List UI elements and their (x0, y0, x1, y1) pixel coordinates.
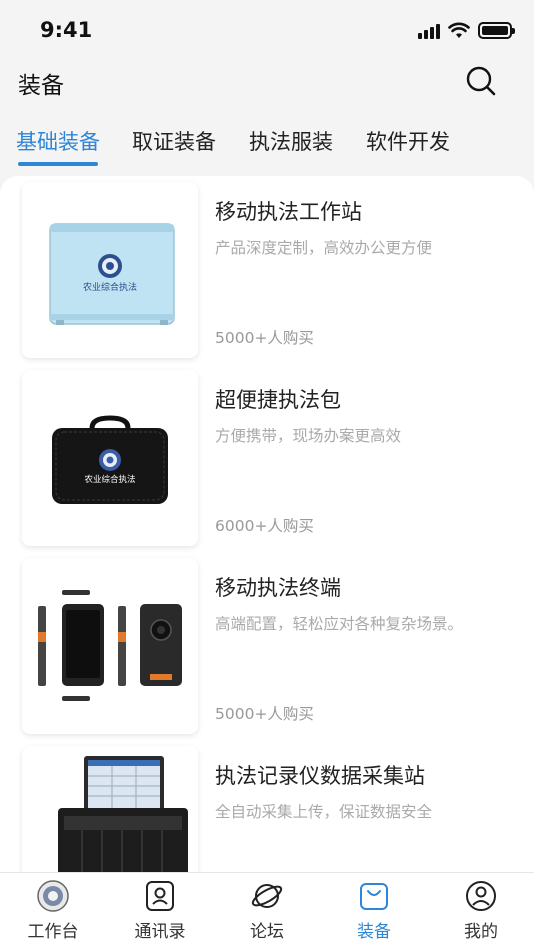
active-tab-indicator (18, 162, 98, 166)
product-image-workstation: 农业综合执法 (22, 182, 198, 358)
product-title: 执法记录仪数据采集站 (215, 764, 425, 788)
product-sales: 6000+人购买 (215, 517, 314, 535)
product-sales: 5000+人购买 (215, 329, 314, 347)
cellular-signal-icon (418, 23, 440, 39)
status-bar: 9:41 (0, 0, 534, 60)
tabbar-item-profile[interactable]: 我的 (428, 879, 534, 949)
tabbar-label: 装备 (357, 922, 391, 942)
tab-evidence-equipment[interactable]: 取证装备 (132, 126, 216, 156)
product-image-terminal (22, 558, 198, 734)
contacts-icon (146, 881, 174, 911)
product-title: 移动执法终端 (215, 576, 341, 600)
tabbar-item-equipment[interactable]: 装备 (321, 879, 427, 949)
battery-icon (478, 22, 515, 39)
product-card[interactable]: 农业综合执法 移动执法工作站 产品深度定制，高效办公更方便 5000+人购买 (0, 176, 534, 358)
emblem-icon (37, 880, 69, 912)
product-card[interactable]: 农业综合执法 超便捷执法包 方便携带，现场办案更高效 6000+人购买 (0, 364, 534, 546)
product-list: 农业综合执法 移动执法工作站 产品深度定制，高效办公更方便 5000+人购买 农… (0, 176, 534, 872)
tabbar-item-contacts[interactable]: 通讯录 (107, 879, 213, 949)
product-image-caption: 农业综合执法 (83, 281, 137, 293)
tabbar-label: 通讯录 (134, 922, 186, 942)
product-description: 高端配置，轻松应对各种复杂场景。 (215, 615, 464, 633)
search-button[interactable] (464, 64, 498, 98)
product-sales: 5000+人购买 (215, 705, 314, 723)
tab-software-development[interactable]: 软件开发 (366, 126, 450, 156)
planet-icon (251, 884, 283, 908)
product-title: 移动执法工作站 (215, 200, 362, 224)
product-card[interactable]: 移动执法终端 高端配置，轻松应对各种复杂场景。 5000+人购买 (0, 552, 534, 734)
tab-basic-equipment[interactable]: 基础装备 (16, 126, 100, 156)
tabbar-item-forum[interactable]: 论坛 (214, 879, 320, 949)
bag-icon (360, 883, 388, 910)
page-title: 装备 (18, 73, 64, 99)
tabbar-item-workbench[interactable]: 工作台 (0, 879, 106, 949)
product-image-caption: 农业综合执法 (84, 474, 135, 485)
product-description: 全自动采集上传，保证数据安全 (215, 803, 433, 821)
tabbar-label: 我的 (464, 922, 498, 942)
product-card[interactable]: 执法记录仪数据采集站 全自动采集上传，保证数据安全 (0, 740, 534, 872)
product-description: 产品深度定制，高效办公更方便 (215, 239, 433, 257)
product-description: 方便携带，现场办案更高效 (215, 427, 402, 445)
category-tabs: 基础装备 取证装备 执法服装 软件开发 (0, 120, 534, 172)
bottom-tab-bar: 工作台 通讯录 论坛 装备 我的 (0, 872, 534, 950)
product-image-data-station (22, 746, 198, 872)
status-icons (418, 22, 515, 39)
status-time: 9:41 (40, 18, 93, 42)
search-icon (466, 66, 496, 96)
tabbar-label: 论坛 (250, 922, 284, 942)
product-image-bag: 农业综合执法 (22, 370, 198, 546)
wifi-icon (448, 22, 470, 38)
header: 装备 (0, 60, 534, 110)
profile-icon (466, 881, 496, 911)
tabbar-label: 工作台 (27, 922, 79, 942)
product-title: 超便捷执法包 (215, 388, 341, 412)
tab-uniforms[interactable]: 执法服装 (249, 126, 333, 156)
